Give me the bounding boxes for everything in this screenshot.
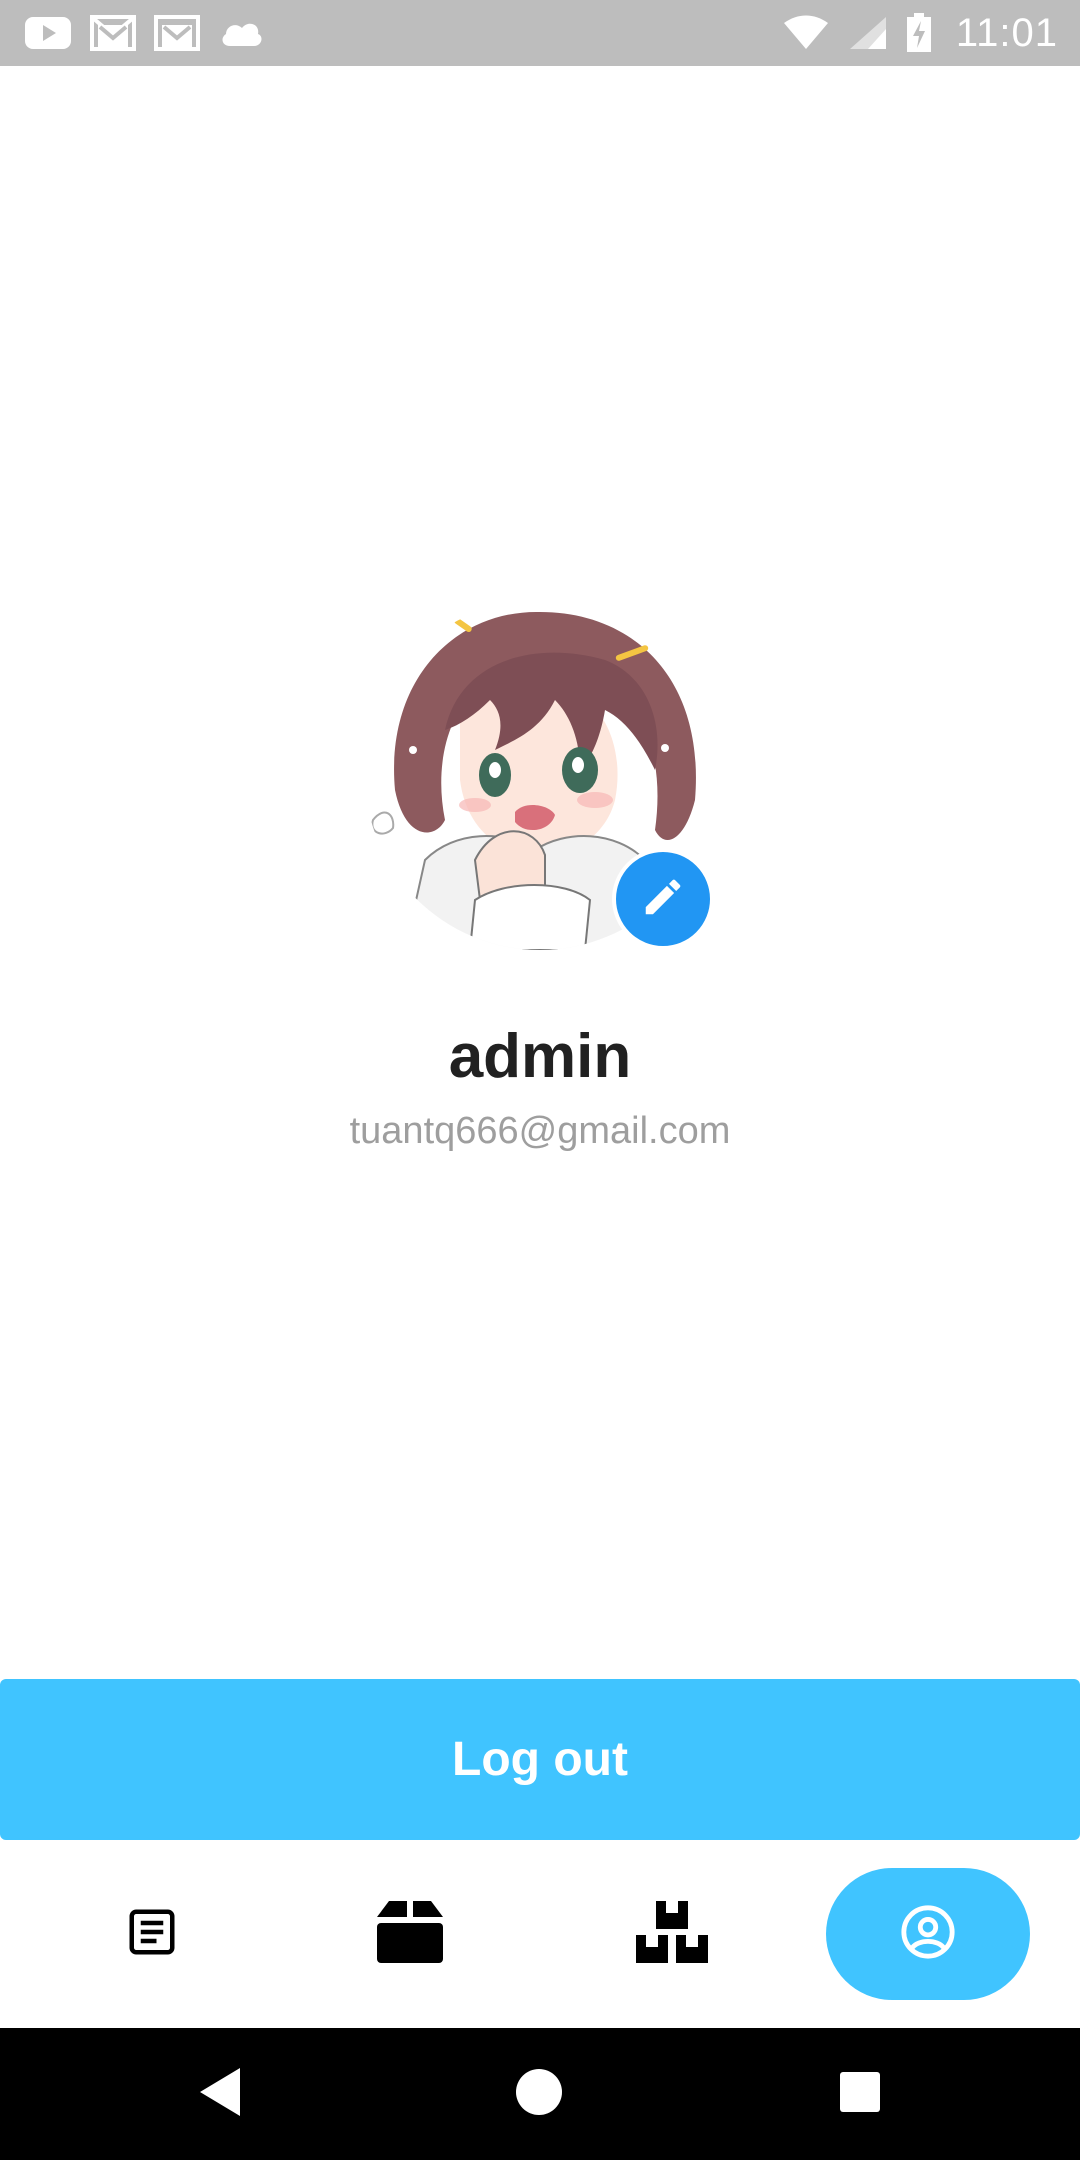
status-system: 11:01: [782, 11, 1058, 56]
email: tuantq666@gmail.com: [349, 1110, 731, 1152]
status-notifications: [24, 15, 264, 51]
nav-item-box[interactable]: [308, 1868, 512, 2000]
battery-charging-icon: [906, 13, 932, 53]
article-icon: [125, 1905, 179, 1964]
recents-button[interactable]: [830, 2064, 890, 2124]
youtube-icon: [24, 16, 72, 50]
logout-button[interactable]: Log out: [0, 1679, 1080, 1840]
profile-section: admin tuantq666@gmail.com: [0, 600, 1080, 1150]
boxes-icon: [634, 1899, 710, 1970]
cloud-icon: [218, 18, 264, 48]
edit-avatar-button[interactable]: [612, 848, 714, 950]
wifi-icon: [782, 15, 830, 51]
back-icon: [196, 2066, 244, 2123]
gmail-icon: [90, 15, 136, 51]
status-bar: 11:01: [0, 0, 1080, 66]
recents-icon: [838, 2070, 882, 2119]
bottom-navigation: [0, 1840, 1080, 2028]
pencil-icon: [640, 874, 686, 925]
home-button[interactable]: [509, 2064, 569, 2124]
nav-item-articles[interactable]: [50, 1868, 254, 2000]
gmail-icon: [154, 15, 200, 51]
back-button[interactable]: [190, 2064, 250, 2124]
status-time: 11:01: [955, 10, 1058, 55]
box-icon: [375, 1899, 445, 1970]
home-icon: [515, 2068, 563, 2121]
avatar-container: [365, 600, 715, 960]
nav-item-inventory[interactable]: [570, 1868, 774, 2000]
logout-label: Log out: [452, 1733, 628, 1786]
account-circle-icon: [899, 1903, 957, 1966]
nav-item-account[interactable]: [826, 1868, 1030, 2000]
signal-icon: [848, 15, 888, 51]
username: admin: [448, 1022, 632, 1091]
system-navigation-bar: [0, 2028, 1080, 2160]
